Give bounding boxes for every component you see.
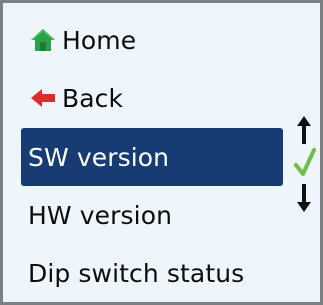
checkmark-icon[interactable] (293, 146, 317, 180)
menu-item-label: HW version (28, 200, 173, 230)
menu-item-label: Dip switch status (28, 258, 245, 288)
menu-item-label: Home (62, 25, 137, 55)
back-arrow-icon (28, 83, 58, 113)
menu-list: Home Back SW version HW version Dip swit… (21, 11, 283, 302)
arrow-up-icon[interactable] (297, 116, 311, 144)
menu-item-sw-version[interactable]: SW version (21, 128, 283, 186)
menu-item-label: Back (62, 83, 124, 113)
menu-item-label: SW version (28, 142, 170, 172)
menu-item-dip-switch-status[interactable]: Dip switch status (21, 244, 283, 302)
menu-screen: Home Back SW version HW version Dip swit… (0, 0, 323, 305)
menu-item-back[interactable]: Back (21, 69, 283, 127)
arrow-down-icon[interactable] (297, 184, 311, 212)
home-icon (28, 25, 58, 55)
menu-item-home[interactable]: Home (21, 11, 283, 69)
menu-item-hw-version[interactable]: HW version (21, 186, 283, 244)
scroll-indicator (289, 116, 319, 212)
